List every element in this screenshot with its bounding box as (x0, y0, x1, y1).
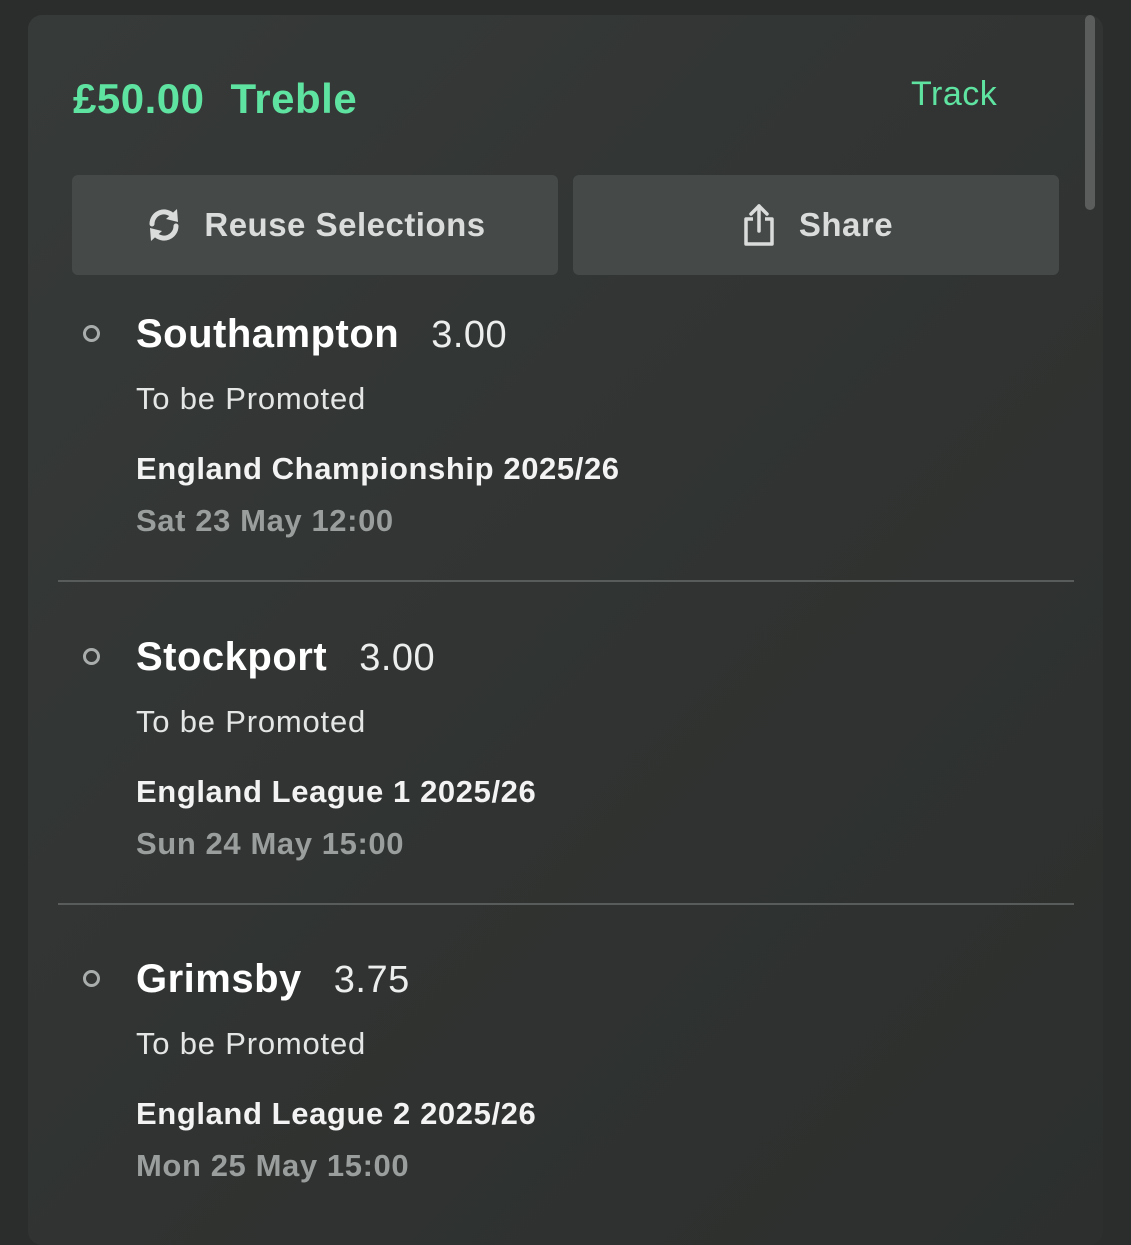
selection-competition: England League 1 2025/26 (136, 774, 537, 809)
selection-datetime: Mon 25 May 15:00 (136, 1148, 410, 1183)
bet-card: £50.00 Treble Track Reuse Selections Sha… (28, 15, 1103, 1245)
selection-market: To be Promoted (136, 1026, 367, 1061)
track-link[interactable]: Track (911, 75, 997, 114)
selection-market: To be Promoted (136, 704, 367, 739)
selection-title: Grimsby 3.75 (136, 957, 410, 1002)
bet-header: £50.00 Treble (73, 75, 357, 123)
selection-status-icon (83, 325, 100, 342)
reuse-selections-button[interactable]: Reuse Selections (72, 175, 558, 275)
reuse-selections-label: Reuse Selections (204, 206, 486, 243)
divider (58, 903, 1074, 905)
selection-datetime: Sat 23 May 12:00 (136, 503, 394, 538)
share-icon (739, 203, 779, 247)
bet-stake: £50.00 (73, 75, 205, 122)
bet-type: Treble (230, 75, 358, 122)
scrollbar[interactable] (1085, 15, 1095, 210)
share-label: Share (798, 206, 894, 243)
selection-title: Southampton 3.00 (136, 312, 507, 357)
selection-market: To be Promoted (136, 381, 367, 416)
selection-odds: 3.00 (359, 637, 436, 679)
selection-team: Grimsby (136, 957, 302, 1001)
selection-title: Stockport 3.00 (136, 635, 435, 680)
selection-competition: England League 2 2025/26 (136, 1096, 537, 1131)
share-button[interactable]: Share (573, 175, 1059, 275)
selection-odds: 3.00 (431, 314, 508, 356)
selection-datetime: Sun 24 May 15:00 (136, 826, 405, 861)
selection-team: Stockport (136, 635, 328, 679)
selection-status-icon (83, 648, 100, 665)
divider (58, 580, 1074, 582)
selection-odds: 3.75 (333, 959, 410, 1001)
selection-team: Southampton (136, 312, 400, 356)
refresh-icon (144, 205, 184, 245)
selection-status-icon (83, 970, 100, 987)
selection-competition: England Championship 2025/26 (136, 451, 620, 486)
